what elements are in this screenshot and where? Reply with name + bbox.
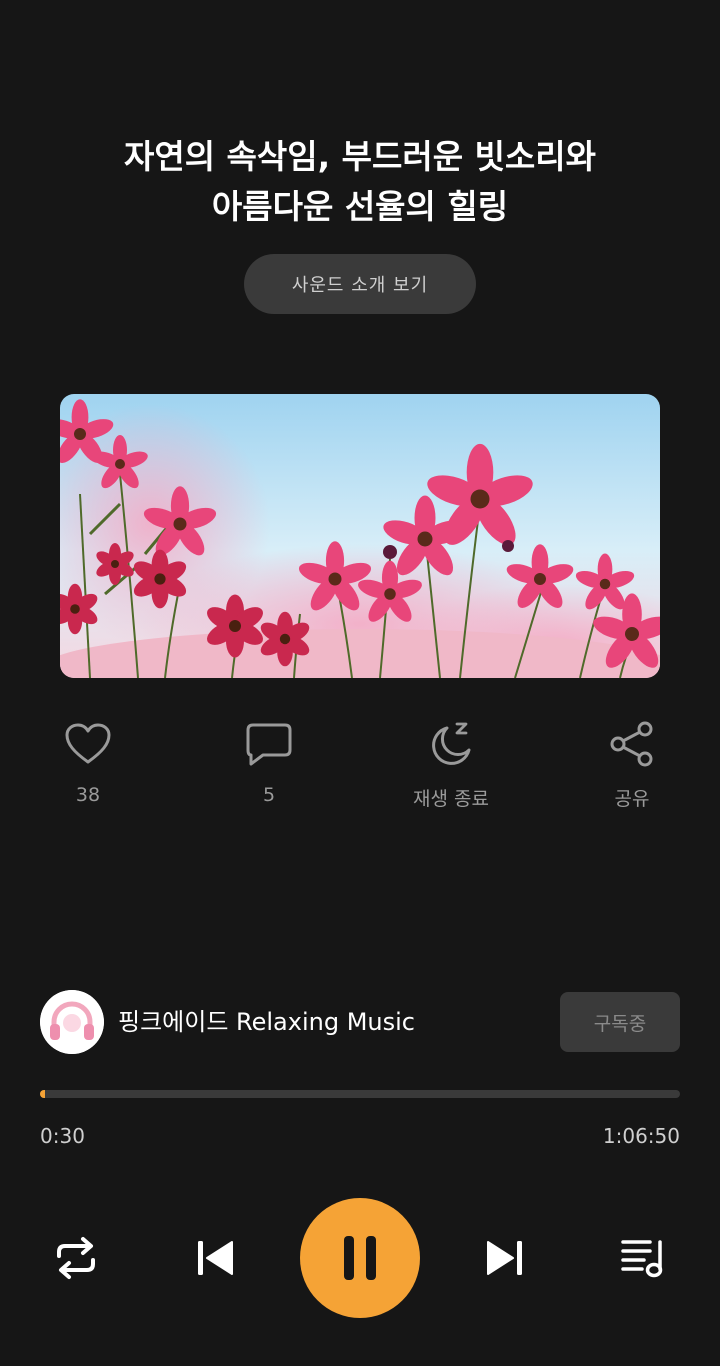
cover-artwork [60,394,660,678]
total-time: 1:06:50 [602,1124,680,1148]
sound-title: 자연의 속삭임, 부드러운 빗소리와 아름다운 선율의 힐링 [0,132,720,232]
channel-name[interactable]: 핑크에이드 Relaxing Music [118,990,415,1054]
like-action[interactable]: 38 [18,718,158,806]
previous-button[interactable] [186,1228,246,1288]
repeat-button[interactable] [46,1228,106,1288]
share-icon[interactable] [606,718,658,770]
moon-zzz-icon[interactable] [425,718,477,770]
heart-icon[interactable] [62,718,114,770]
play-pause-button[interactable] [300,1198,420,1318]
current-time: 0:30 [40,1124,85,1148]
subscribe-button[interactable]: 구독중 [560,992,680,1052]
like-count: 38 [75,784,101,806]
repeat-icon [57,1237,95,1279]
progress-fill [40,1090,45,1098]
channel-row: 핑크에이드 Relaxing Music 구독중 [40,990,680,1054]
playlist-button[interactable] [614,1228,674,1288]
comment-action[interactable]: 5 [199,718,339,806]
skip-previous-icon [198,1241,233,1275]
action-bar: 38 5 재생 종료 공유 [0,718,720,818]
speech-bubble-icon[interactable] [243,718,295,770]
flower-image [60,394,660,678]
pause-icon [344,1236,376,1280]
title-line-1: 자연의 속삭임, 부드러운 빗소리와 [123,137,597,176]
progress-bar[interactable] [40,1090,680,1098]
skip-next-icon [487,1241,522,1275]
sleep-timer-label: 재생 종료 [413,788,489,810]
comment-count: 5 [262,784,276,806]
playback-controls [0,1198,720,1318]
next-button[interactable] [474,1228,534,1288]
title-line-2: 아름다운 선율의 힐링 [211,187,509,226]
headphones-logo-icon [40,990,104,1054]
share-action[interactable]: 공유 [562,718,702,811]
share-label: 공유 [614,788,650,810]
channel-avatar[interactable] [40,990,104,1054]
playlist-icon [621,1240,663,1278]
sleep-timer-action[interactable]: 재생 종료 [381,718,521,811]
sound-intro-button[interactable]: 사운드 소개 보기 [244,254,476,314]
